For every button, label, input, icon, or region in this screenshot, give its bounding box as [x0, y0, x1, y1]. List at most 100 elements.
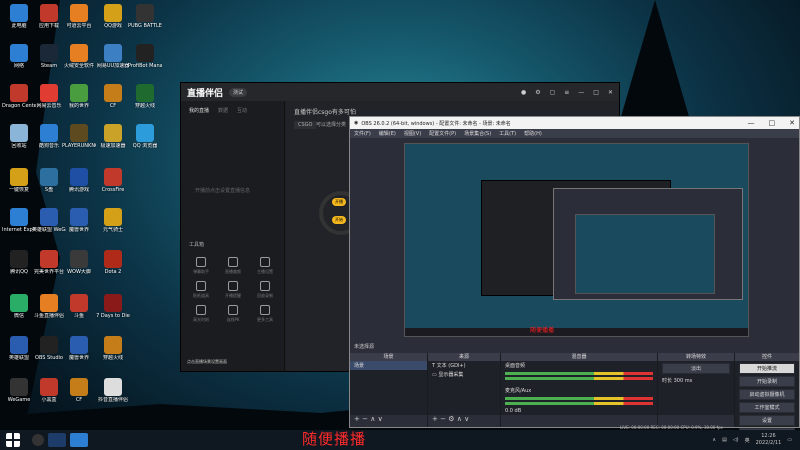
menu-help[interactable]: 帮助(H)	[524, 130, 542, 137]
category-chip[interactable]: CSGO	[294, 121, 317, 129]
gear-icon[interactable]: ⚙	[448, 415, 454, 423]
desktop-icon[interactable]: 可道云平台	[62, 4, 96, 42]
tab-data[interactable]: 数据	[218, 107, 228, 114]
close-icon[interactable]: ✕	[789, 119, 795, 127]
network-icon[interactable]: ▤	[722, 437, 727, 443]
desktop-icon[interactable]: WeGame	[2, 378, 36, 416]
notification-icon[interactable]: ▭	[787, 437, 792, 443]
settings-button[interactable]: 设置	[739, 415, 795, 426]
desktop-icon[interactable]: 极速加速器	[96, 124, 130, 162]
desktop-icon[interactable]: 魔兽世界	[62, 208, 96, 246]
menu-scene-collection[interactable]: 场景集合(S)	[464, 130, 491, 137]
down-icon[interactable]: ∨	[378, 415, 383, 423]
menu-file[interactable]: 文件(F)	[354, 130, 371, 137]
scene-item[interactable]: 场景	[350, 361, 427, 370]
menu-icon[interactable]: ≡	[564, 89, 569, 96]
tool-item[interactable]: 连线PK	[217, 305, 249, 323]
skin-icon[interactable]: ▢	[550, 89, 556, 96]
app-taskbar-icon[interactable]	[70, 433, 88, 447]
down-icon[interactable]: ∨	[464, 415, 469, 423]
start-button[interactable]: 开始	[332, 216, 346, 224]
desktop-icon[interactable]: 腾讯QQ	[2, 250, 36, 288]
desktop-icon[interactable]: Dragon Center	[2, 84, 36, 122]
maximize-icon[interactable]: □	[769, 119, 776, 127]
tool-item[interactable]: 主播设置	[249, 257, 281, 275]
desktop-icon[interactable]: WOW大脚	[62, 250, 96, 288]
up-icon[interactable]: ∧	[370, 415, 375, 423]
tab-interact[interactable]: 互动	[237, 107, 247, 114]
desktop-icon[interactable]: Internet Explorer	[2, 208, 36, 246]
desktop-icon[interactable]: PLAYERUNKNOWN'S BATTLEGR...	[62, 124, 96, 162]
minimize-icon[interactable]: —	[578, 89, 584, 96]
remove-icon[interactable]: −	[362, 415, 368, 423]
tool-item[interactable]: 开播提醒	[217, 281, 249, 299]
input-lang[interactable]: 英	[745, 437, 750, 444]
start-recording-button[interactable]: 开始录制	[739, 376, 795, 387]
up-icon[interactable]: ∧	[457, 415, 462, 423]
desktop-icon[interactable]: ProfiBot Manag...	[128, 44, 162, 82]
desktop-icon[interactable]: 回收站	[2, 124, 36, 162]
desktop-icon[interactable]: PUBG BATTLEG...	[128, 4, 162, 42]
desktop-icon[interactable]: 火绒安全软件	[62, 44, 96, 82]
desktop-icon[interactable]: 网易云音乐	[32, 84, 66, 122]
obs-preview[interactable]: 随便播播	[404, 143, 749, 337]
volume-icon[interactable]: ◁)	[733, 437, 739, 443]
virtual-camera-button[interactable]: 启动虚拟摄像机	[739, 389, 795, 400]
tool-item[interactable]: 贴纸道具	[185, 281, 217, 299]
category-select[interactable]: 可以选择分类	[316, 121, 346, 128]
menu-tools[interactable]: 工具(T)	[499, 130, 516, 137]
desktop-icon[interactable]: 元气骑士	[96, 208, 130, 246]
desktop-icon[interactable]: OBS Studio	[32, 336, 66, 374]
obs-taskbar-icon[interactable]	[32, 434, 44, 446]
desktop-icon[interactable]: QQ游戏	[96, 4, 130, 42]
source-item[interactable]: ▭ 显示器采集	[428, 370, 500, 379]
desktop-icon[interactable]: 我的世界	[62, 84, 96, 122]
desktop-icon[interactable]: 穿越火线	[96, 336, 130, 374]
desktop-icon[interactable]: 英雄联盟 WeGame版	[32, 208, 66, 246]
windows-start-icon[interactable]	[6, 433, 20, 447]
remove-icon[interactable]: −	[440, 415, 446, 423]
close-icon[interactable]: ✕	[608, 89, 613, 96]
tool-item[interactable]: 直播美颜	[217, 257, 249, 275]
maximize-icon[interactable]: □	[593, 89, 599, 96]
desktop-icon[interactable]: 网络	[2, 44, 36, 82]
add-icon[interactable]: +	[354, 415, 360, 423]
add-icon[interactable]: +	[432, 415, 438, 423]
menu-view[interactable]: 视图(V)	[404, 130, 421, 137]
desktop-icon[interactable]: S盘	[32, 168, 66, 206]
desktop-icon[interactable]: 穿越火线	[128, 84, 162, 122]
desktop-icon[interactable]: QQ 浏览器	[128, 124, 162, 162]
settings-icon[interactable]: ⚙	[535, 89, 540, 96]
avatar[interactable]: ●	[521, 89, 526, 96]
studio-mode-button[interactable]: 工作室模式	[739, 402, 795, 413]
desktop-icon[interactable]: 小黑盒	[32, 378, 66, 416]
desktop-icon[interactable]: 一键恢复	[2, 168, 36, 206]
desktop-icon[interactable]: 腾讯游戏	[62, 168, 96, 206]
desktop-icon[interactable]: 英雄联盟	[2, 336, 36, 374]
desktop-icon[interactable]: 应用下载	[32, 4, 66, 42]
desktop-icon[interactable]: 完美世界平台	[32, 250, 66, 288]
transition-select[interactable]: 淡出	[662, 363, 730, 374]
desktop-icon[interactable]: 抖音直播伴侣	[96, 378, 130, 416]
desktop-icon[interactable]: 斗鱼	[62, 294, 96, 332]
obs-window[interactable]: ◉ OBS 26.0.2 (64-bit, windows) - 配置文件: 未…	[349, 116, 800, 439]
desktop-icon[interactable]: 网易UU加速器	[96, 44, 130, 82]
tool-item[interactable]: 更多工具	[249, 305, 281, 323]
desktop-icon[interactable]: Steam	[32, 44, 66, 82]
zhibo-taskbar-icon[interactable]	[48, 433, 66, 447]
menu-profile[interactable]: 配置文件(P)	[429, 130, 456, 137]
desktop-icon[interactable]: CrossFire	[96, 168, 130, 206]
minimize-icon[interactable]: —	[748, 119, 755, 127]
menu-edit[interactable]: 编辑(E)	[379, 130, 396, 137]
desktop-icon[interactable]: 魔兽世界	[62, 336, 96, 374]
start-live-button[interactable]: 开播	[332, 198, 346, 206]
desktop-icon[interactable]: 酷狗音乐	[32, 124, 66, 162]
source-item[interactable]: T 文本 (GDI+)	[428, 361, 500, 370]
start-streaming-button[interactable]: 开始推流	[739, 363, 795, 374]
desktop-icon[interactable]: 斗鱼直播伴侣	[32, 294, 66, 332]
desktop-icon[interactable]: CF	[96, 84, 130, 122]
zhibo-version[interactable]: 测试	[229, 87, 248, 97]
duration-input[interactable]: 300 ms	[674, 378, 693, 384]
desktop-icon[interactable]: 此电脑	[2, 4, 36, 42]
tab-my-live[interactable]: 我的直播	[189, 107, 209, 114]
